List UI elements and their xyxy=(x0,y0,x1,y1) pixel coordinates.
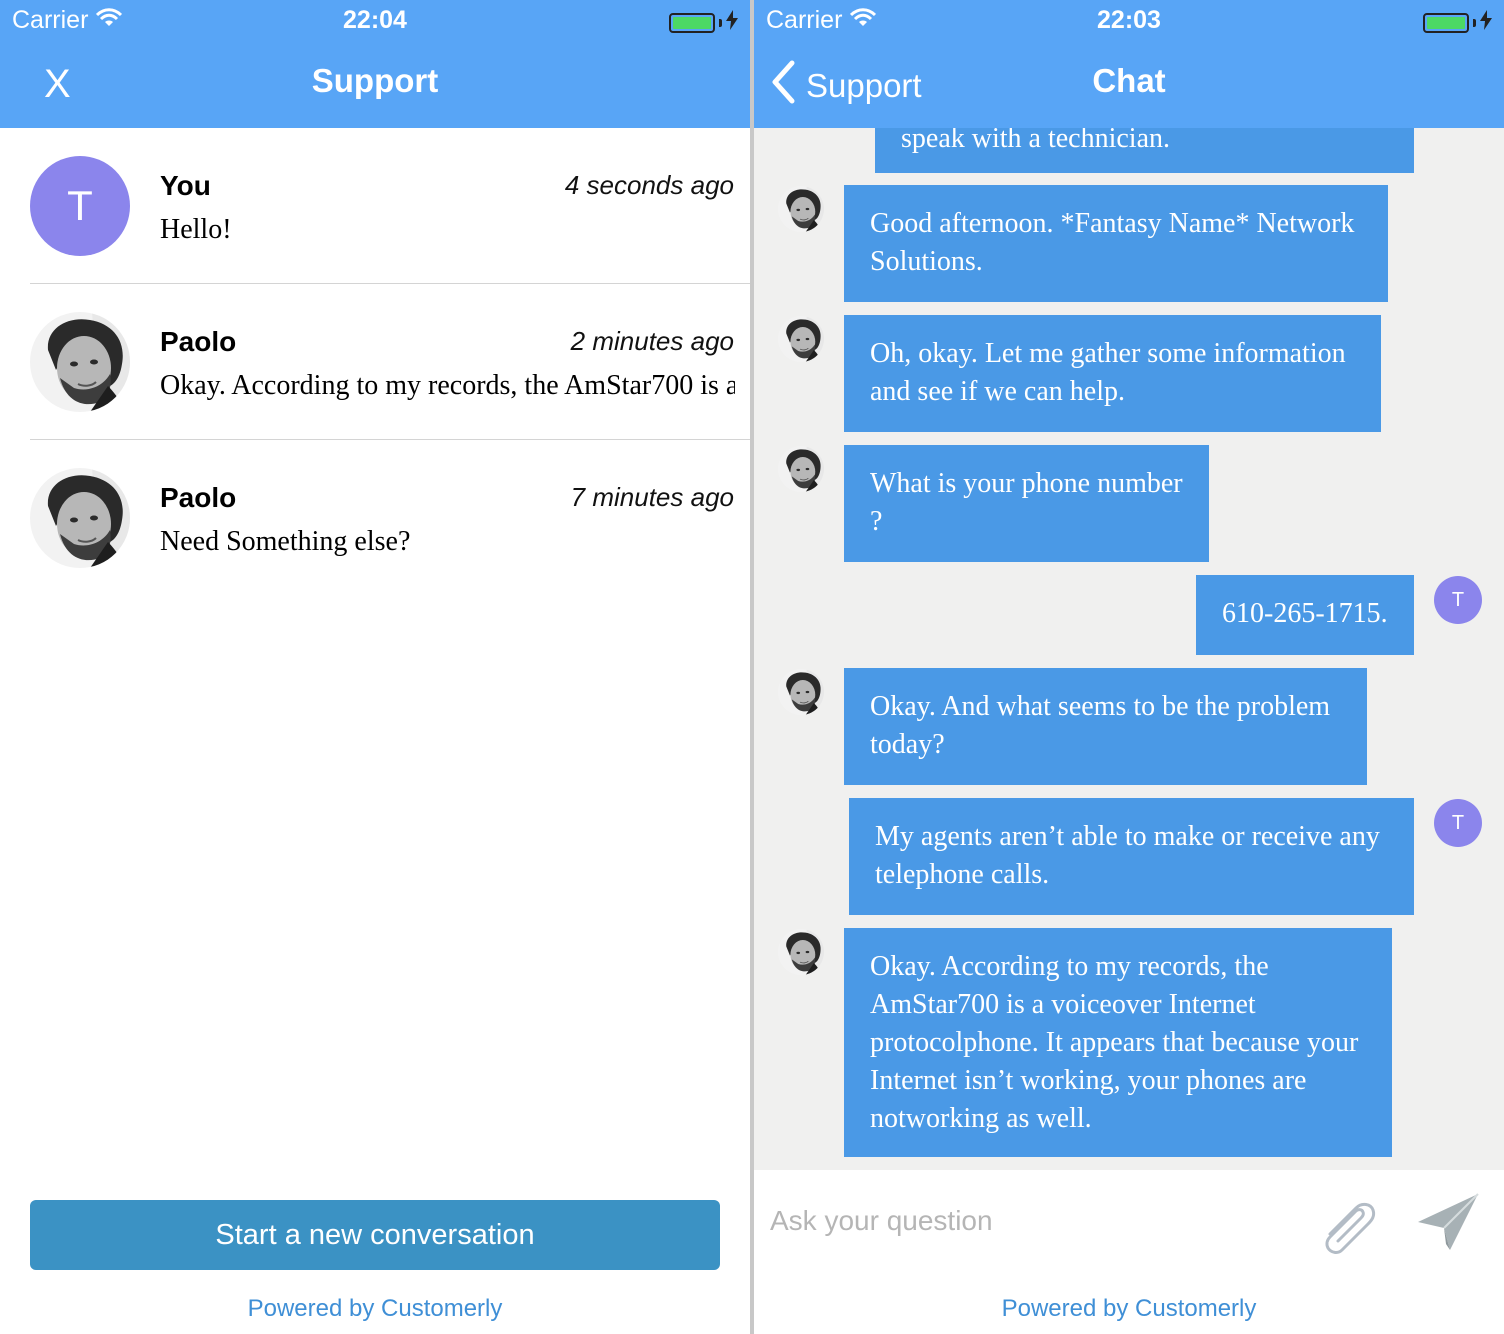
conversation-name: You xyxy=(160,170,211,201)
conversation-preview: Hello! xyxy=(160,214,232,245)
agent-avatar xyxy=(778,186,824,232)
avatar xyxy=(30,312,130,412)
conversation-item[interactable]: Paolo 7 minutes ago Need Something else? xyxy=(30,468,750,624)
status-bar-time: 22:03 xyxy=(1097,6,1161,34)
user-message-bubble: My agents aren’t able to make or receive… xyxy=(849,798,1414,915)
conversation-item[interactable]: Paolo 2 minutes ago Okay. According to m… xyxy=(30,312,750,468)
paperclip-icon[interactable] xyxy=(1316,1190,1382,1261)
conversation-time: 2 minutes ago xyxy=(570,326,734,356)
battery-icon xyxy=(1423,10,1492,35)
user-message-bubble: 610-265-1715. xyxy=(1196,575,1414,655)
agent-message-bubble: Oh, okay. Let me gather some information… xyxy=(844,315,1381,432)
conversation-name: Paolo xyxy=(160,482,237,513)
message-text: Oh, okay. Let me gather some information… xyxy=(870,338,1346,407)
conversation-time: 7 minutes ago xyxy=(570,482,734,512)
avatar: T xyxy=(30,156,130,256)
divider xyxy=(30,283,750,284)
left-navigation-bar: Carrier 22:04 X Support xyxy=(0,0,750,128)
agent-message-bubble: Good afternoon. *Fantasy Name* Network S… xyxy=(844,185,1388,302)
agent-avatar xyxy=(778,446,824,492)
support-list-screen: Carrier 22:04 X Support T You 4 seconds … xyxy=(0,0,750,1334)
user-avatar: T xyxy=(1434,576,1482,624)
powered-by-link[interactable]: Powered by Customerly xyxy=(754,1295,1504,1323)
status-bar-time: 22:04 xyxy=(343,6,407,34)
message-text: Okay. And what seems to be the problem t… xyxy=(870,691,1331,760)
conversation-time: 4 seconds ago xyxy=(564,170,734,200)
paper-plane-icon[interactable] xyxy=(1416,1192,1480,1257)
page-title: Chat xyxy=(1092,62,1166,99)
agent-message-bubble: Okay. And what seems to be the problem t… xyxy=(844,668,1367,785)
start-new-conversation-button[interactable]: Start a new conversation xyxy=(30,1200,720,1270)
bolt-icon xyxy=(1480,10,1492,35)
agent-avatar xyxy=(778,316,824,362)
user-avatar: T xyxy=(1434,799,1482,847)
powered-by-link[interactable]: Powered by Customerly xyxy=(0,1295,750,1323)
page-title: Support xyxy=(311,62,439,99)
message-text: My agents aren’t able to make or receive… xyxy=(875,821,1380,890)
agent-avatar xyxy=(778,929,824,975)
conversation-preview: Okay. According to my records, the AmSta… xyxy=(160,370,735,401)
chat-screen: speak with a technician. Good afternoon.… xyxy=(754,0,1504,1334)
bolt-icon xyxy=(726,10,738,35)
conversation-item[interactable]: T You 4 seconds ago Hello! xyxy=(30,156,750,312)
conversation-name: Paolo xyxy=(160,326,237,357)
message-text: What is your phone number ? xyxy=(870,468,1183,537)
right-navigation-bar: Carrier 22:03 Support Chat xyxy=(754,0,1504,128)
agent-message-bubble: Okay. According to my records, the AmSta… xyxy=(844,928,1392,1157)
battery-icon xyxy=(669,10,738,35)
avatar xyxy=(30,468,130,568)
conversation-preview: Need Something else? xyxy=(160,526,411,557)
message-text: 610-265-1715. xyxy=(1222,598,1388,629)
message-text: Good afternoon. *Fantasy Name* Network S… xyxy=(870,208,1355,277)
divider xyxy=(30,439,750,440)
message-text: Okay. According to my records, the AmSta… xyxy=(870,951,1359,1134)
question-input[interactable] xyxy=(770,1198,1290,1244)
agent-message-bubble: What is your phone number ? xyxy=(844,445,1209,562)
agent-avatar xyxy=(778,669,824,715)
message-composer: Powered by Customerly xyxy=(754,1170,1504,1334)
